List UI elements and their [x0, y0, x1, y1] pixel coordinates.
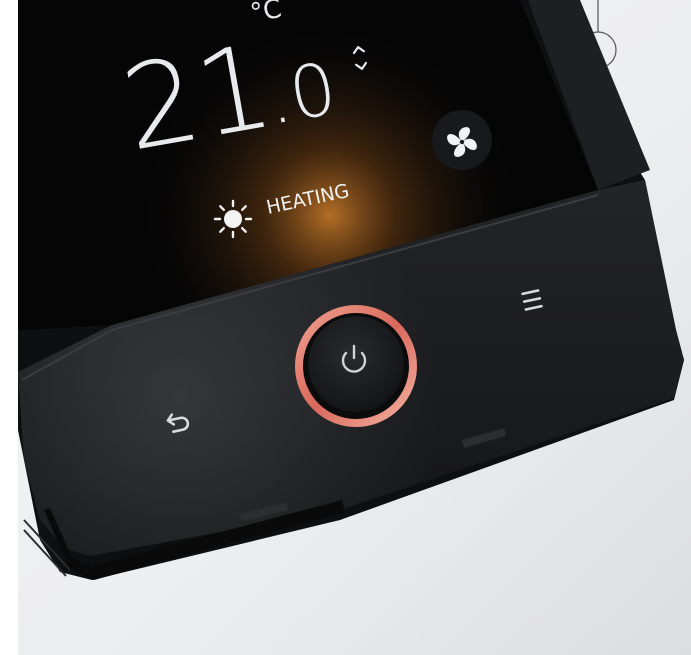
product-photo: 21 .0 °C HEATING	[0, 0, 691, 655]
temperature-integer: 21	[113, 19, 282, 178]
power-button[interactable]	[295, 305, 417, 427]
temperature-decimal: .0	[260, 46, 342, 141]
sun-icon	[213, 199, 253, 239]
fan-button[interactable]	[432, 110, 492, 170]
